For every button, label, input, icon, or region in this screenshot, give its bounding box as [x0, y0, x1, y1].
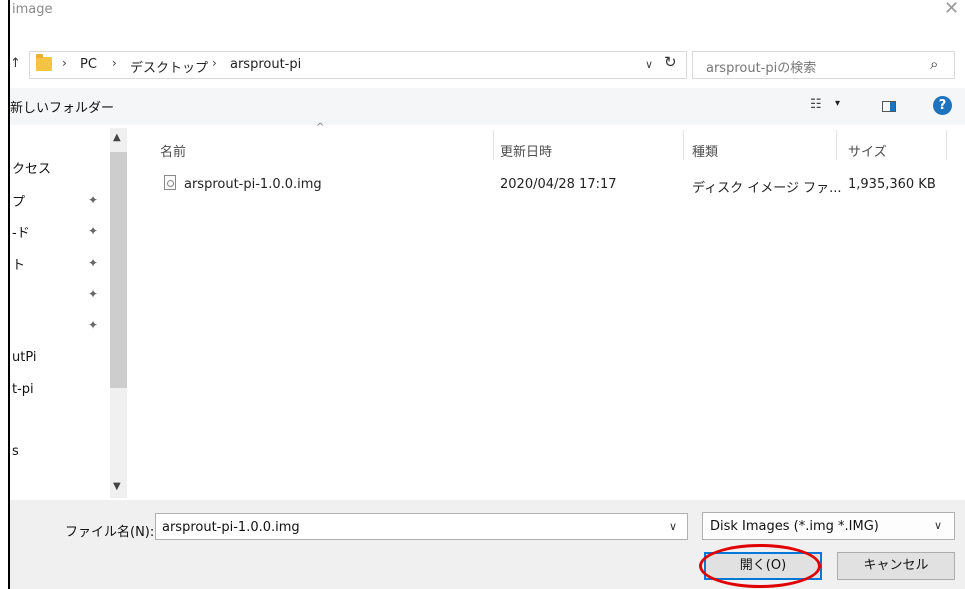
chevron-right-icon[interactable]: › — [62, 56, 67, 70]
filename-value[interactable]: arsprout-pi-1.0.0.img — [162, 520, 300, 535]
file-date[interactable]: 2020/04/28 17:17 — [500, 177, 617, 192]
highlight-circle-annotation — [699, 544, 821, 588]
column-header-size[interactable]: サイズ — [848, 141, 887, 160]
column-divider[interactable] — [493, 130, 494, 160]
nav-item-downloads[interactable]: -ド — [12, 222, 30, 241]
column-divider[interactable] — [683, 130, 684, 160]
preview-pane-icon[interactable] — [882, 101, 896, 112]
breadcrumb-arsprout-pi[interactable]: arsprout-pi — [230, 57, 301, 72]
nav-item-quick-access[interactable]: クセス — [12, 158, 51, 177]
cancel-button[interactable]: キャンセル — [837, 552, 955, 580]
folder-icon — [36, 54, 52, 71]
nav-scroll-thumb[interactable] — [110, 152, 127, 388]
breadcrumb-pc[interactable]: PC — [80, 57, 97, 72]
pin-icon: ✦ — [88, 256, 99, 270]
nav-item-arsproutpi[interactable]: utPi — [12, 350, 37, 365]
pin-icon: ✦ — [88, 287, 99, 301]
nav-item-arsprout-pi[interactable]: t-pi — [12, 382, 34, 397]
help-icon[interactable]: ? — [933, 96, 952, 115]
window-title: image — [12, 2, 53, 17]
search-placeholder: arsprout-piの検索 — [706, 61, 817, 76]
view-dropdown-icon[interactable]: ▾ — [835, 98, 840, 109]
new-folder-button[interactable]: 新しいフォルダー — [10, 97, 114, 116]
pin-icon: ✦ — [88, 318, 99, 332]
pin-icon: ✦ — [88, 224, 99, 238]
scroll-up-icon[interactable]: ▲ — [113, 132, 121, 143]
chevron-right-icon[interactable]: › — [112, 56, 117, 70]
search-icon[interactable]: ⌕ — [930, 55, 938, 73]
address-bar[interactable] — [29, 51, 687, 79]
disk-image-file-icon[interactable] — [164, 175, 176, 190]
pin-icon: ✦ — [88, 193, 99, 207]
up-arrow-icon[interactable]: ↑ — [10, 56, 21, 71]
close-icon[interactable]: ✕ — [944, 0, 959, 19]
address-dropdown-icon[interactable]: ∨ — [645, 58, 653, 71]
chevron-down-icon[interactable]: ∨ — [934, 519, 942, 532]
column-header-type[interactable]: 種類 — [692, 141, 718, 160]
nav-item-s[interactable]: s — [12, 444, 19, 459]
file-type[interactable]: ディスク イメージ ファ... — [692, 177, 842, 196]
toolbar — [10, 88, 965, 125]
filename-label: ファイル名(N): — [65, 525, 155, 540]
chevron-right-icon[interactable]: › — [212, 56, 217, 70]
nav-item-documents[interactable]: ト — [12, 254, 25, 273]
column-header-date[interactable]: 更新日時 — [500, 141, 552, 160]
view-options-icon[interactable]: ☷ — [810, 97, 822, 112]
breadcrumb-desktop[interactable]: デスクトップ — [130, 57, 208, 76]
scroll-down-icon[interactable]: ▼ — [113, 481, 121, 492]
refresh-icon[interactable]: ↻ — [664, 53, 677, 71]
file-size[interactable]: 1,935,360 KB — [848, 177, 936, 192]
nav-item-desktop[interactable]: プ — [12, 191, 25, 210]
column-divider[interactable] — [836, 130, 837, 160]
column-header-name[interactable]: 名前 — [160, 141, 186, 160]
sort-ascending-icon: ^ — [316, 122, 325, 133]
chevron-down-icon[interactable]: ∨ — [669, 520, 677, 533]
column-divider[interactable] — [946, 130, 947, 160]
file-type-filter-value[interactable]: Disk Images (*.img *.IMG) — [710, 519, 879, 534]
file-name[interactable]: arsprout-pi-1.0.0.img — [184, 177, 322, 192]
